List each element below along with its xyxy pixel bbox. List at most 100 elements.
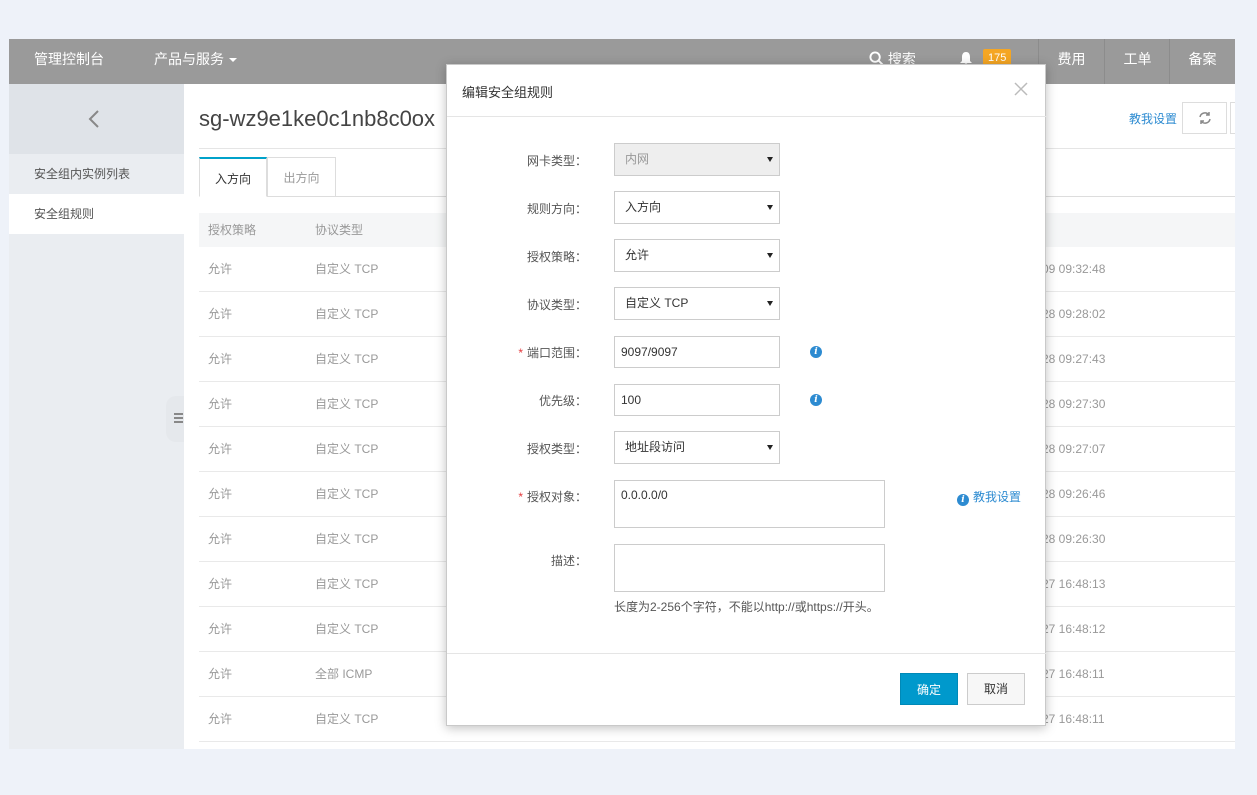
nic-type-select: 内网	[614, 143, 780, 176]
cell-time: 28 09:26:30	[1042, 532, 1106, 546]
cell-policy: 允许	[208, 532, 233, 546]
cell-policy: 允许	[208, 667, 233, 681]
products-menu-label: 产品与服务	[154, 51, 224, 67]
dropdown-arrow-icon	[767, 445, 773, 450]
sidebar-collapse-handle[interactable]	[166, 396, 186, 442]
confirm-button[interactable]: 确定	[900, 673, 958, 705]
policy-select[interactable]: 允许	[614, 239, 780, 272]
cell-protocol: 自定义 TCP	[315, 487, 379, 501]
close-icon[interactable]	[1013, 81, 1029, 97]
direction-value: 入方向	[625, 200, 662, 214]
nic-type-value: 内网	[625, 152, 650, 166]
cell-policy: 允许	[208, 352, 233, 366]
dropdown-arrow-icon	[767, 205, 773, 210]
page-title: sg-wz9e1ke0c1nb8c0ox	[199, 106, 436, 131]
dialog-footer-divider	[447, 653, 1047, 654]
cell-time: 28 09:28:02	[1042, 307, 1106, 321]
edit-rule-dialog: 编辑安全组规则 网卡类型： 内网 规则方向： 入方向 授权策略： 允许 协议类型…	[446, 64, 1047, 726]
cell-time: 27 16:48:11	[1042, 712, 1105, 726]
cell-protocol: 自定义 TCP	[315, 442, 379, 456]
info-icon[interactable]: i	[810, 346, 822, 358]
dialog-title: 编辑安全组规则	[462, 85, 554, 100]
auth-type-value: 地址段访问	[625, 440, 686, 454]
cell-protocol: 自定义 TCP	[315, 577, 379, 591]
priority-input[interactable]: 100	[614, 384, 780, 416]
direction-label: 规则方向：	[526, 202, 587, 216]
column-header-protocol: 协议类型	[315, 223, 364, 237]
auth-object-label: * 授权对象：	[447, 488, 587, 505]
cell-policy: 允许	[208, 622, 233, 636]
direction-select[interactable]: 入方向	[614, 191, 780, 224]
dialog-header-divider	[447, 116, 1047, 117]
cell-policy: 允许	[208, 307, 233, 321]
column-header-policy: 授权策略	[208, 223, 257, 237]
auth-object-help-text: 教我设置	[973, 490, 1022, 504]
auth-object-label-text: 授权对象：	[526, 490, 587, 504]
cell-protocol: 自定义 TCP	[315, 352, 379, 366]
nav-billing[interactable]: 费用	[1038, 39, 1104, 84]
auth-object-textarea[interactable]: 0.0.0.0/0	[614, 480, 885, 528]
policy-value: 允许	[625, 248, 650, 262]
refresh-button[interactable]	[1182, 102, 1227, 134]
console-home-link[interactable]: 管理控制台	[9, 39, 129, 84]
sidebar: 安全组内实例列表 安全组规则	[9, 84, 184, 749]
more-button[interactable]	[1230, 102, 1235, 134]
info-icon[interactable]: i	[810, 394, 822, 406]
dropdown-arrow-icon	[767, 157, 773, 162]
port-range-input[interactable]: 9097/9097	[614, 336, 780, 368]
nic-type-label: 网卡类型：	[526, 154, 587, 168]
cell-protocol: 自定义 TCP	[315, 532, 379, 546]
nav-icp-filing[interactable]: 备案	[1169, 39, 1235, 84]
sidebar-item-instances[interactable]: 安全组内实例列表	[9, 154, 184, 194]
cancel-button[interactable]: 取消	[967, 673, 1025, 705]
cell-policy: 允许	[208, 397, 233, 411]
tab-inbound[interactable]: 入方向	[199, 157, 267, 197]
sidebar-item-rules[interactable]: 安全组规则	[9, 194, 184, 234]
required-marker: *	[518, 346, 523, 360]
cell-time: 27 16:48:11	[1042, 667, 1105, 681]
help-link[interactable]: 教我设置	[1129, 110, 1177, 127]
back-button[interactable]	[9, 84, 184, 154]
cell-time: 28 09:27:43	[1042, 352, 1106, 366]
tab-outbound[interactable]: 出方向	[267, 157, 336, 197]
info-icon: i	[957, 494, 969, 506]
auth-type-label: 授权类型：	[526, 442, 587, 456]
cell-policy: 允许	[208, 262, 233, 276]
cell-protocol: 自定义 TCP	[315, 262, 379, 276]
auth-object-help-link[interactable]: i 教我设置	[957, 488, 1021, 506]
cell-time: 27 16:48:13	[1042, 577, 1106, 591]
products-menu[interactable]: 产品与服务	[154, 39, 237, 84]
description-textarea[interactable]	[614, 544, 885, 592]
cell-time: 28 09:26:46	[1042, 487, 1106, 501]
description-label: 描述：	[550, 554, 587, 568]
cell-policy: 允许	[208, 577, 233, 591]
cell-policy: 允许	[208, 442, 233, 456]
priority-label: 优先级：	[538, 394, 587, 408]
cell-time: 28 09:27:30	[1042, 397, 1106, 411]
cell-protocol: 自定义 TCP	[315, 622, 379, 636]
policy-label: 授权策略：	[526, 250, 587, 264]
dropdown-arrow-icon	[767, 301, 773, 306]
nav-tickets[interactable]: 工单	[1104, 39, 1170, 84]
dropdown-arrow-icon	[767, 253, 773, 258]
chevron-left-icon	[88, 110, 99, 128]
protocol-select[interactable]: 自定义 TCP	[614, 287, 780, 320]
cell-time: 28 09:27:07	[1042, 442, 1106, 456]
protocol-label: 协议类型：	[526, 298, 587, 312]
protocol-value: 自定义 TCP	[625, 296, 689, 310]
cell-time: 09 09:32:48	[1042, 262, 1106, 276]
port-range-label-text: 端口范围：	[526, 346, 587, 360]
cell-time: 27 16:48:12	[1042, 622, 1106, 636]
cell-policy: 允许	[208, 487, 233, 501]
port-range-label: * 端口范围：	[447, 344, 587, 361]
cell-protocol: 自定义 TCP	[315, 307, 379, 321]
refresh-icon	[1199, 112, 1211, 124]
description-hint: 长度为2-256个字符，不能以http://或https://开头。	[614, 600, 879, 614]
menu-icon	[174, 413, 183, 415]
cell-protocol: 全部 ICMP	[315, 667, 373, 681]
required-marker: *	[518, 490, 523, 504]
cell-policy: 允许	[208, 712, 233, 726]
auth-type-select[interactable]: 地址段访问	[614, 431, 780, 464]
chevron-down-icon	[229, 58, 237, 63]
cell-protocol: 自定义 TCP	[315, 712, 379, 726]
